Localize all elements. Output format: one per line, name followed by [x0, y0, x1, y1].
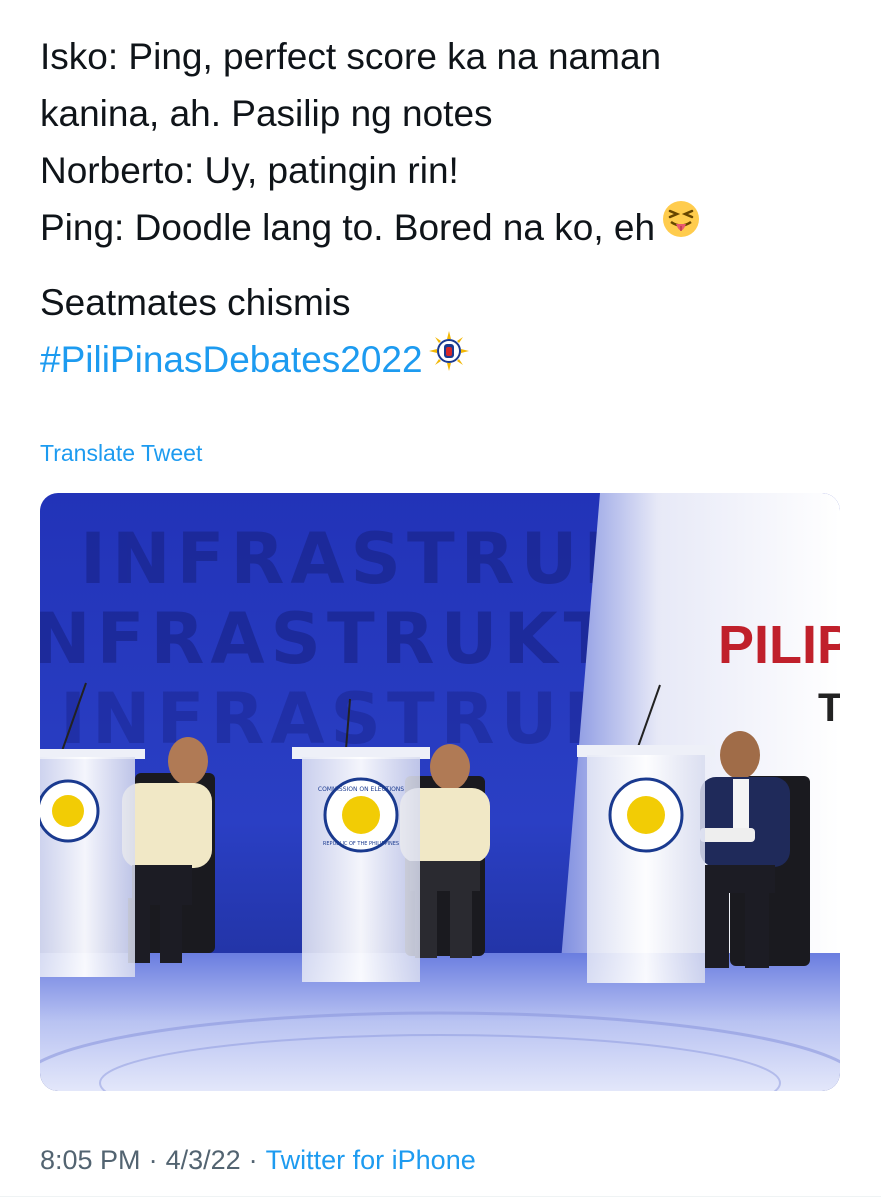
tweet-caption: Seatmates chismis: [40, 282, 351, 323]
podium-seal-text: COMMISSION ON ELECTIONS: [318, 786, 404, 793]
banner-text: PILIP: [718, 615, 840, 675]
tweet-line-3: Norberto: Uy, patingin rin!: [40, 150, 459, 191]
debate-stage-photo: INFRASTRUKTURA INFRASTRUKTURA INFRASTRUK…: [40, 493, 840, 1091]
podium-seal-text-bottom: REPUBLIC OF THE PHILIPPINES: [323, 841, 399, 847]
tweet-meta: 8:05 PM · 4/3/22 · Twitter for iPhone: [40, 1145, 476, 1176]
debate-logo-icon: [428, 330, 469, 387]
tweet-date[interactable]: 4/3/22: [166, 1145, 241, 1175]
tweet-line-4: Ping: Doodle lang to. Bored na ko, eh: [40, 199, 840, 256]
banner-subtext: T: [818, 686, 840, 730]
tweet-line-2: kanina, ah. Pasilip ng notes: [40, 93, 493, 134]
tweet-time: 8:05 PM: [40, 1145, 141, 1175]
hashtag-link[interactable]: #PiliPinasDebates2022: [40, 339, 423, 380]
translate-tweet-link[interactable]: Translate Tweet: [40, 440, 202, 467]
meta-separator: ·: [148, 1145, 158, 1175]
tweet-source-link[interactable]: Twitter for iPhone: [266, 1145, 476, 1175]
tweet-media-photo[interactable]: INFRASTRUKTURA INFRASTRUKTURA INFRASTRUK…: [40, 493, 840, 1091]
tweet-hashtag-line: #PiliPinasDebates2022: [40, 330, 840, 388]
tweet-text: Isko: Ping, perfect score ka na naman ka…: [40, 28, 840, 388]
meta-separator-2: ·: [248, 1145, 258, 1175]
squinting-face-with-tongue-icon: [661, 198, 701, 255]
divider: [0, 1196, 881, 1197]
tweet-line-1: Isko: Ping, perfect score ka na naman: [40, 36, 662, 77]
tweet-line-4-text: Ping: Doodle lang to. Bored na ko, eh: [40, 207, 656, 248]
